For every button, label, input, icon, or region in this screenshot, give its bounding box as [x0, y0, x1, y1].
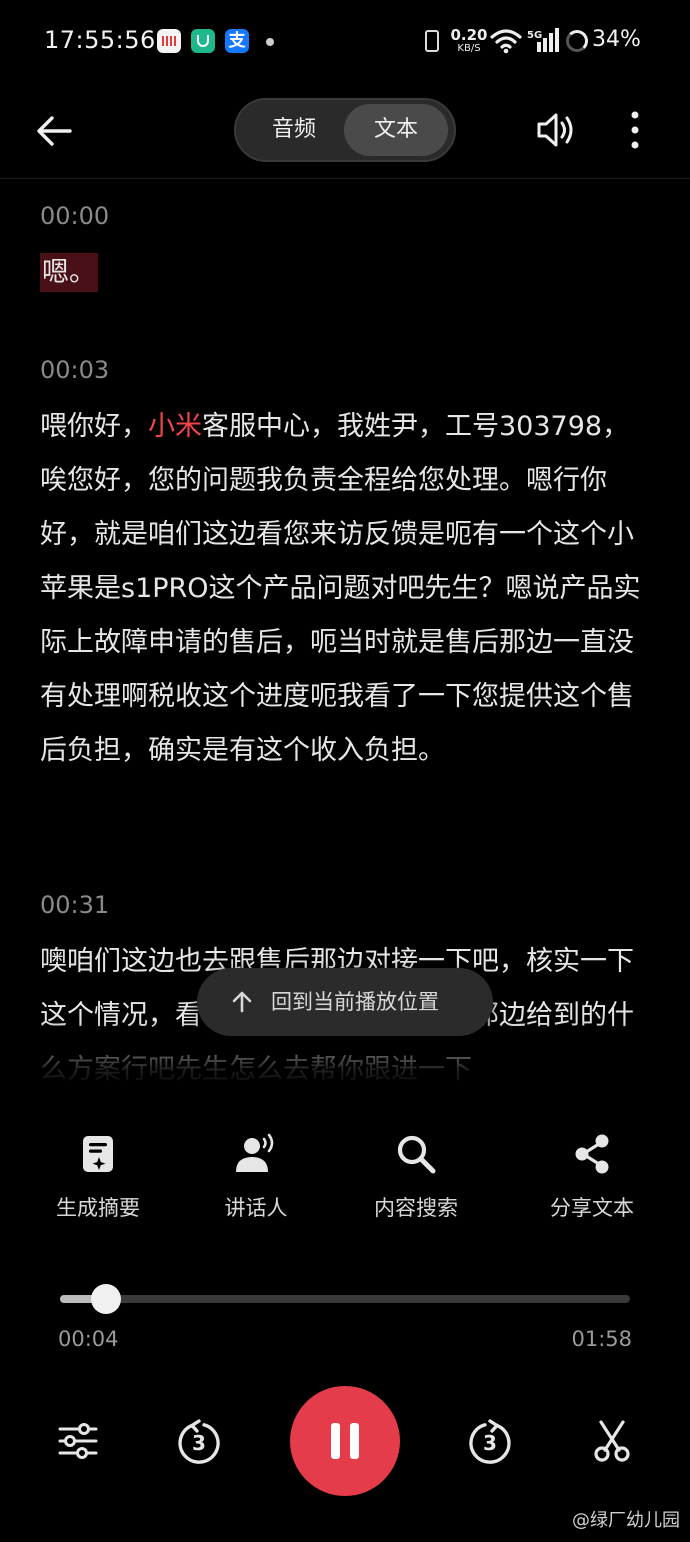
- speaker-person-icon: [236, 1133, 274, 1172]
- recorder-app-icon: [157, 29, 181, 53]
- playback-controls: 3 3: [0, 1385, 690, 1497]
- share-text-button[interactable]: 分享文本: [522, 1130, 662, 1222]
- cellular-signal-icon: 5G: [527, 28, 559, 52]
- share-icon: [575, 1134, 609, 1174]
- fast-forward-icon: 3: [469, 1419, 511, 1464]
- current-word-highlight: 嗯。: [40, 253, 98, 292]
- segment-timestamp: 00:00: [40, 202, 110, 230]
- rewind-3s-button[interactable]: 3: [175, 1418, 223, 1466]
- tab-audio[interactable]: 音频: [242, 104, 346, 156]
- segment-text-body: 客服中心，我姓尹，工号303798，唉您好，您的问题我负责全程给您处理。嗯行你好…: [40, 411, 641, 766]
- more-options-button[interactable]: [620, 108, 650, 152]
- speakers-button[interactable]: 讲话人: [186, 1130, 326, 1222]
- view-mode-switch: 音频 文本: [234, 98, 456, 162]
- progress-thumb[interactable]: [90, 1284, 121, 1314]
- forward-3s-button[interactable]: 3: [466, 1418, 514, 1466]
- tool-label: 分享文本: [550, 1196, 634, 1220]
- alipay-app-icon: 支: [225, 29, 249, 53]
- network-speed: 0.20 KB/S: [450, 27, 488, 54]
- network-speed-value: 0.20: [450, 26, 488, 44]
- current-time: 00:04: [58, 1327, 119, 1351]
- more-vertical-icon: [631, 111, 639, 149]
- top-bar: 音频 文本: [0, 84, 690, 179]
- search-keyword-highlight: 小米: [148, 411, 202, 442]
- rewind-seconds: 3: [192, 1431, 206, 1455]
- weibo-watermark: @绿厂幼儿园: [572, 1510, 680, 1531]
- back-button[interactable]: [30, 108, 80, 154]
- recorder-screen: 17:55:56 支 0.20 KB/S 5G 34% 音频 文本 00:00 …: [0, 0, 690, 1542]
- search-icon: [397, 1135, 436, 1174]
- scissors-icon: [594, 1420, 630, 1462]
- pause-button[interactable]: [290, 1386, 400, 1496]
- signal-type-label: 5G: [527, 30, 542, 41]
- return-to-playback-position-button[interactable]: 回到当前播放位置: [197, 968, 493, 1036]
- rewind-icon: 3: [178, 1419, 220, 1464]
- segment-text: 嗯。: [40, 246, 655, 300]
- forward-seconds: 3: [483, 1431, 497, 1455]
- speaker-volume-icon: [537, 113, 573, 147]
- battery-icon: [566, 30, 588, 52]
- segment-text: 喂你好，小米客服中心，我姓尹，工号303798，唉您好，您的问题我负责全程给您处…: [40, 400, 655, 778]
- tool-bar: 生成摘要 讲话人 内容搜索 分享文本: [0, 1130, 690, 1230]
- tool-label: 生成摘要: [56, 1196, 140, 1220]
- generate-summary-button[interactable]: 生成摘要: [28, 1130, 168, 1222]
- sliders-icon: [58, 1423, 98, 1459]
- content-search-button[interactable]: 内容搜索: [346, 1130, 486, 1222]
- vibrate-icon: [425, 30, 439, 52]
- network-speed-unit: KB/S: [457, 43, 481, 54]
- pause-icon: [331, 1423, 359, 1459]
- tool-label: 讲话人: [224, 1196, 288, 1220]
- speaker-button[interactable]: [534, 108, 578, 152]
- total-duration: 01:58: [571, 1327, 632, 1351]
- arrow-up-icon: [232, 991, 252, 1013]
- transcript-list[interactable]: 00:00 嗯。 00:03 喂你好，小米客服中心，我姓尹，工号303798，唉…: [0, 180, 690, 1085]
- segment-timestamp: 00:03: [40, 356, 110, 384]
- transcript-segment[interactable]: 00:03 喂你好，小米客服中心，我姓尹，工号303798，唉您好，您的问题我负…: [40, 352, 655, 778]
- status-time: 17:55:56: [44, 26, 156, 54]
- mijia-app-icon: [191, 29, 215, 53]
- playback-progress-slider[interactable]: [60, 1284, 630, 1315]
- segment-text-prefix: 喂你好，: [40, 411, 148, 442]
- progress-track: [60, 1295, 630, 1303]
- tool-label: 内容搜索: [374, 1196, 458, 1220]
- more-notifications-dot-icon: [266, 38, 274, 46]
- segment-timestamp: 00:31: [40, 891, 110, 919]
- return-button-label: 回到当前播放位置: [271, 990, 439, 1014]
- battery-percent: 34%: [592, 27, 641, 52]
- wifi-icon: [490, 29, 522, 54]
- playback-settings-button[interactable]: [56, 1419, 100, 1463]
- clip-button[interactable]: [590, 1419, 634, 1463]
- tab-text[interactable]: 文本: [344, 104, 448, 156]
- status-bar: 17:55:56 支 0.20 KB/S 5G 34%: [0, 0, 690, 84]
- back-arrow-icon: [37, 116, 72, 146]
- transcript-segment[interactable]: 00:00 嗯。: [40, 198, 655, 300]
- summary-icon: [83, 1136, 113, 1172]
